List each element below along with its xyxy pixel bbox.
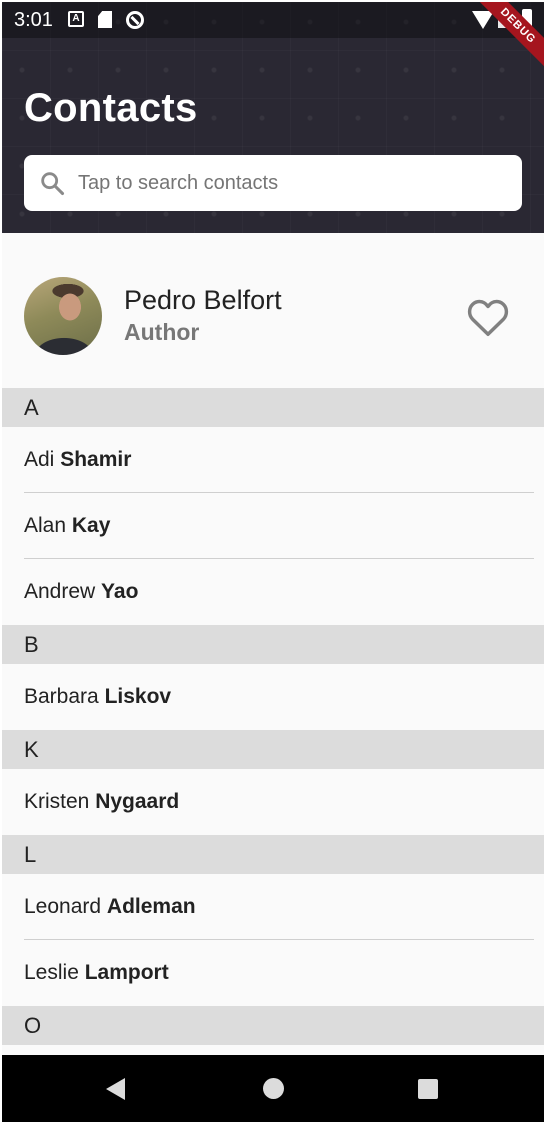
contact-first-name: Andrew — [24, 580, 96, 603]
favorite-heart-icon[interactable] — [466, 297, 510, 337]
contact-last-name: Liskov — [104, 685, 172, 708]
font-a-icon: A — [68, 11, 84, 27]
contact-first-name: Leslie — [24, 961, 79, 984]
sd-card-icon — [98, 11, 112, 28]
back-icon[interactable] — [106, 1078, 125, 1100]
section-header-o: O — [2, 1006, 544, 1045]
contact-first-name: Leonard — [24, 895, 102, 918]
contacts-list[interactable]: A Adi Shamir Alan Kay Andrew Yao B Barba… — [2, 388, 544, 1045]
android-nav-bar — [2, 1055, 544, 1122]
section-header-k: K — [2, 730, 544, 769]
search-input[interactable] — [78, 155, 508, 211]
search-icon — [41, 172, 65, 196]
contact-row[interactable]: Alan Kay — [2, 493, 544, 559]
contact-row[interactable]: Andrew Yao — [2, 559, 544, 625]
section-header-l: L — [2, 835, 544, 874]
contact-row[interactable]: Barbara Liskov — [2, 664, 544, 730]
contact-last-name: Kay — [71, 514, 111, 537]
recents-icon[interactable] — [418, 1079, 438, 1099]
contact-row[interactable]: Adi Shamir — [2, 427, 544, 493]
profile-role: Author — [124, 319, 200, 345]
contact-row[interactable]: Kristen Nygaard — [2, 769, 544, 835]
contact-row[interactable]: Leslie Lamport — [2, 940, 544, 1006]
contact-first-name: Adi — [24, 448, 55, 471]
contact-last-name: Lamport — [84, 961, 169, 984]
app-frame: 3:01 A DEBUG Contacts Pedro Belfort Auth… — [2, 2, 544, 1122]
contact-last-name: Shamir — [60, 448, 132, 471]
sync-icon — [126, 11, 144, 29]
section-header-b: B — [2, 625, 544, 664]
contact-first-name: Kristen — [24, 790, 90, 813]
contact-row[interactable]: Leonard Adleman — [2, 874, 544, 940]
home-icon[interactable] — [263, 1078, 284, 1099]
status-time: 3:01 — [14, 9, 53, 31]
section-header-a: A — [2, 388, 544, 427]
search-box[interactable] — [24, 155, 522, 211]
status-bar: 3:01 A — [2, 2, 544, 38]
contact-last-name: Nygaard — [95, 790, 180, 813]
app-header: 3:01 A DEBUG Contacts — [2, 2, 544, 233]
profile-card: Pedro Belfort Author — [2, 233, 544, 388]
contact-last-name: Yao — [101, 580, 139, 603]
contact-first-name: Alan — [24, 514, 67, 537]
avatar — [24, 277, 102, 355]
contact-first-name: Barbara — [24, 685, 99, 708]
contact-last-name: Adleman — [106, 895, 196, 918]
profile-name: Pedro Belfort — [124, 285, 282, 315]
page-title: Contacts — [24, 86, 198, 130]
